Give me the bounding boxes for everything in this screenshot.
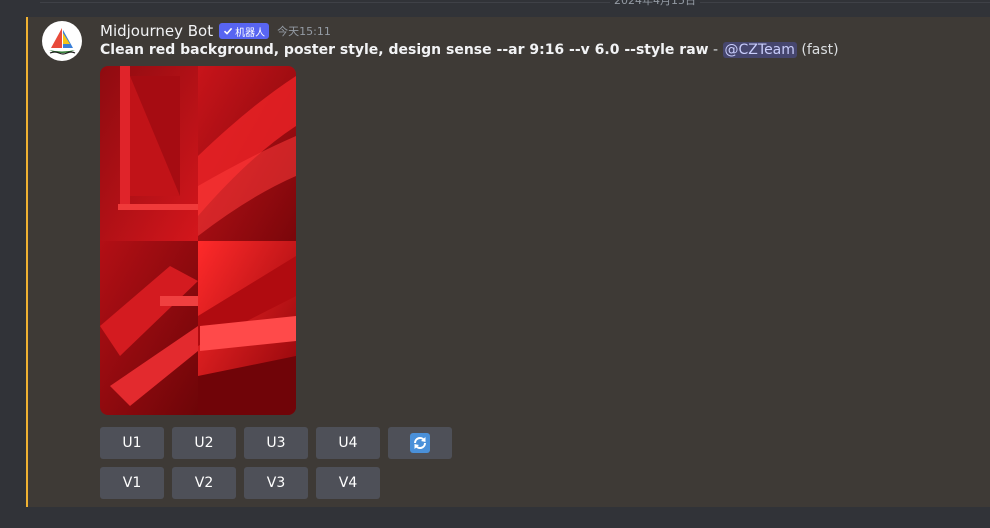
divider-date: 2024年4月15日	[610, 0, 700, 8]
u3-button[interactable]: U3	[244, 427, 308, 459]
bot-message: Midjourney Bot 机器人 今天15:11 Clean red bac…	[26, 17, 990, 507]
v4-button[interactable]: V4	[316, 467, 380, 499]
u2-button[interactable]: U2	[172, 427, 236, 459]
v2-button[interactable]: V2	[172, 467, 236, 499]
message-timestamp: 今天15:11	[277, 25, 331, 38]
date-divider: 2024年4月15日	[0, 0, 990, 14]
author-name[interactable]: Midjourney Bot	[100, 22, 213, 40]
avatar[interactable]	[42, 21, 82, 61]
variation-button-row: V1 V2 V3 V4	[100, 467, 380, 499]
message-header: Midjourney Bot 机器人 今天15:11	[100, 20, 331, 42]
checkmark-icon	[224, 27, 233, 35]
user-mention[interactable]: @CZTeam	[722, 42, 797, 58]
bot-tag-label: 机器人	[235, 27, 266, 39]
image-grid-art	[100, 66, 296, 415]
upscale-button-row: U1 U2 U3 U4	[100, 427, 452, 459]
generated-image-grid[interactable]	[100, 66, 296, 415]
reroll-button[interactable]	[388, 427, 452, 459]
v1-button[interactable]: V1	[100, 467, 164, 499]
u4-button[interactable]: U4	[316, 427, 380, 459]
message-content: Clean red background, poster style, desi…	[100, 42, 839, 58]
sailboat-icon	[49, 28, 76, 55]
bot-tag: 机器人	[219, 23, 270, 39]
separator: -	[708, 42, 723, 58]
u1-button[interactable]: U1	[100, 427, 164, 459]
bottom-spacer	[26, 507, 990, 528]
v3-button[interactable]: V3	[244, 467, 308, 499]
refresh-icon	[410, 433, 430, 453]
speed-label: (fast)	[796, 42, 839, 58]
divider-line	[40, 2, 990, 3]
prompt-text: Clean red background, poster style, desi…	[100, 42, 709, 58]
